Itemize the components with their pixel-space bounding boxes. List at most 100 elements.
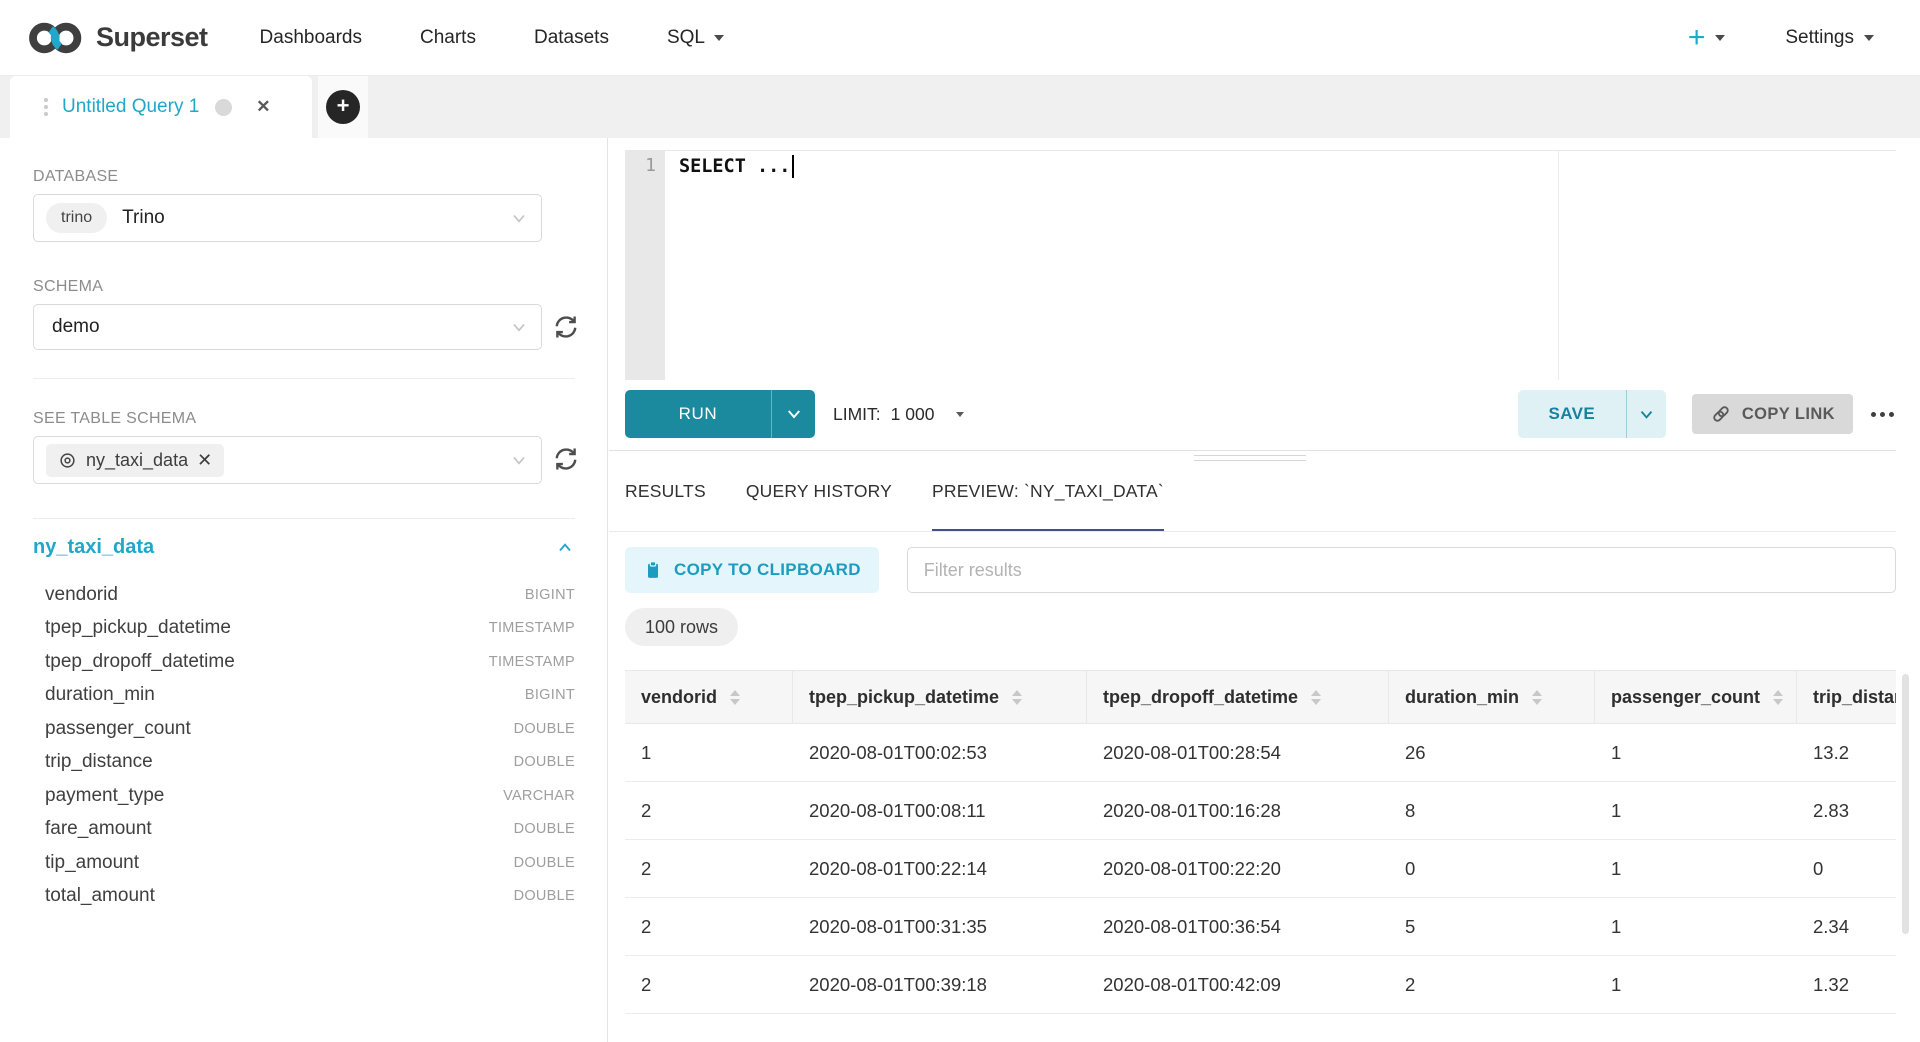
limit-dropdown[interactable]: LIMIT: 1 000 [833, 404, 964, 425]
sql-code-line[interactable]: SELECT ... [679, 155, 794, 178]
resize-handle[interactable] [1194, 455, 1306, 461]
save-button[interactable]: SAVE [1518, 390, 1626, 438]
cell: 2020-08-01T00:28:54 [1087, 724, 1389, 782]
query-state-dot [215, 99, 232, 116]
schema-select[interactable]: demo [33, 304, 542, 350]
header-trip-distance[interactable]: trip_distance [1797, 671, 1896, 723]
save-options-button[interactable] [1626, 390, 1666, 438]
sort-icon[interactable] [1532, 690, 1542, 705]
database-label: DATABASE [33, 168, 118, 186]
column-type: BIGINT [525, 587, 575, 603]
chevron-down-icon [785, 405, 803, 423]
cell: 0 [1797, 840, 1896, 898]
sort-icon[interactable] [1012, 690, 1022, 705]
header-dropoff[interactable]: tpep_dropoff_datetime [1087, 671, 1389, 723]
sort-icon[interactable] [730, 690, 740, 705]
filter-results-input[interactable] [907, 547, 1896, 593]
refresh-schemas-button[interactable] [551, 312, 581, 342]
header-vendorid[interactable]: vendorid [625, 671, 793, 723]
superset-brand[interactable]: Superset [28, 22, 208, 54]
caret-down-icon [714, 35, 724, 41]
save-split-button[interactable]: SAVE [1518, 390, 1666, 438]
header-duration[interactable]: duration_min [1389, 671, 1595, 723]
refresh-tables-button[interactable] [551, 444, 581, 474]
cell: 2020-08-01T00:31:35 [793, 898, 1087, 956]
column-type: DOUBLE [514, 721, 575, 737]
column-type: DOUBLE [514, 888, 575, 904]
line-number: 1 [645, 155, 656, 176]
column-row: tip_amountDOUBLE [45, 846, 575, 880]
row-count-badge: 100 rows [625, 608, 738, 646]
new-query-tab[interactable]: + [318, 76, 368, 138]
table-schema-select[interactable]: ny_taxi_data ✕ [33, 436, 542, 484]
cell: 1 [1595, 782, 1797, 840]
column-type: DOUBLE [514, 855, 575, 871]
cell: 2 [625, 956, 793, 1014]
more-actions-button[interactable] [1869, 406, 1896, 423]
column-type: DOUBLE [514, 754, 575, 770]
nav-datasets[interactable]: Datasets [534, 27, 609, 49]
cell: 2.83 [1797, 782, 1896, 840]
header-label: tpep_dropoff_datetime [1103, 687, 1298, 708]
results-scrollbar[interactable] [1902, 674, 1909, 934]
add-tab-icon[interactable]: + [326, 90, 360, 124]
query-tab-active[interactable]: Untitled Query 1 ✕ [10, 76, 312, 138]
cell: 2 [625, 782, 793, 840]
cell: 26 [1389, 724, 1595, 782]
sql-code-editor[interactable]: 1 SELECT ... [625, 150, 1896, 380]
header-label: duration_min [1405, 687, 1519, 708]
see-table-schema-label: SEE TABLE SCHEMA [33, 410, 196, 428]
drag-handle-icon[interactable] [44, 98, 48, 116]
nav-dashboards[interactable]: Dashboards [260, 27, 362, 49]
header-label: tpep_pickup_datetime [809, 687, 999, 708]
column-name: tpep_pickup_datetime [45, 617, 231, 639]
brand-title: Superset [96, 22, 208, 53]
text-cursor [792, 155, 794, 178]
results-table: vendorid tpep_pickup_datetime tpep_dropo… [625, 670, 1896, 1014]
cell: 2020-08-01T00:16:28 [1087, 782, 1389, 840]
run-button[interactable]: RUN [625, 390, 771, 438]
sidebar-divider [33, 518, 575, 519]
cell: 5 [1389, 898, 1595, 956]
nav-charts[interactable]: Charts [420, 27, 476, 49]
tabs-divider [609, 531, 1896, 532]
tab-preview[interactable]: PREVIEW: `NY_TAXI_DATA` [932, 454, 1164, 532]
copy-to-clipboard-button[interactable]: COPY TO CLIPBOARD [625, 547, 879, 593]
database-tag: trino [46, 203, 107, 233]
close-tab-icon[interactable]: ✕ [256, 97, 270, 117]
cell: 2 [625, 840, 793, 898]
limit-label: LIMIT: [833, 404, 881, 425]
superset-sql-lab: Superset Dashboards Charts Datasets SQL … [0, 0, 1920, 1042]
sort-icon[interactable] [1773, 690, 1783, 705]
settings-menu[interactable]: Settings [1785, 27, 1874, 49]
superset-logo-icon [28, 22, 86, 54]
column-name: tpep_dropoff_datetime [45, 651, 235, 673]
toolbar-right: SAVE COPY LINK [1518, 390, 1896, 438]
results-tab-strip: RESULTS QUERY HISTORY PREVIEW: `NY_TAXI_… [625, 454, 1164, 532]
header-passenger[interactable]: passenger_count [1595, 671, 1797, 723]
tab-query-history[interactable]: QUERY HISTORY [746, 454, 892, 532]
column-name: duration_min [45, 684, 155, 706]
chevron-up-icon[interactable] [555, 538, 575, 558]
column-row: tpep_dropoff_datetimeTIMESTAMP [45, 645, 575, 679]
sort-icon[interactable] [1311, 690, 1321, 705]
database-select[interactable]: trino Trino [33, 194, 542, 242]
copy-link-button[interactable]: COPY LINK [1692, 394, 1853, 434]
table-schema-header[interactable]: ny_taxi_data [33, 536, 575, 559]
selected-table-name: ny_taxi_data [86, 450, 188, 471]
run-split-button[interactable]: RUN [625, 390, 815, 438]
settings-label: Settings [1785, 27, 1854, 49]
cell: 2020-08-01T00:36:54 [1087, 898, 1389, 956]
header-pickup[interactable]: tpep_pickup_datetime [793, 671, 1087, 723]
remove-table-icon[interactable]: ✕ [197, 450, 212, 471]
nav-sql-menu[interactable]: SQL [667, 27, 724, 49]
column-row: duration_minBIGINT [45, 679, 575, 713]
run-options-button[interactable] [771, 390, 815, 438]
refresh-icon [551, 444, 581, 474]
new-item-menu[interactable]: + [1688, 23, 1726, 53]
cell: 1 [625, 724, 793, 782]
eye-icon [58, 451, 77, 470]
header-label: vendorid [641, 687, 717, 708]
tab-results[interactable]: RESULTS [625, 454, 706, 532]
ellipsis-icon [1871, 412, 1876, 417]
